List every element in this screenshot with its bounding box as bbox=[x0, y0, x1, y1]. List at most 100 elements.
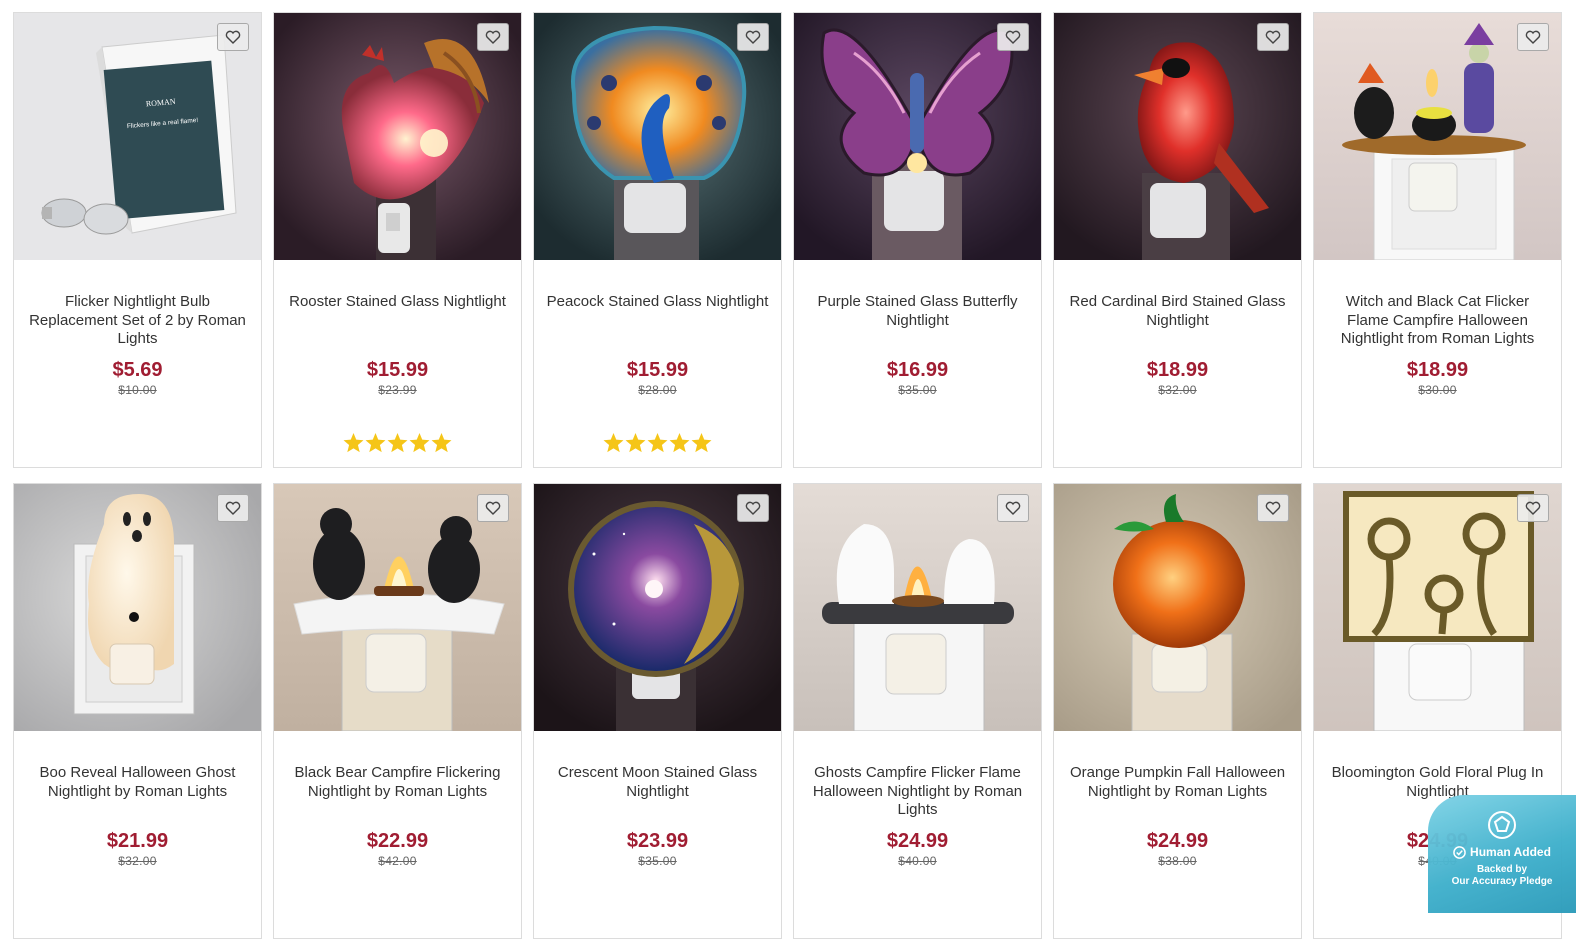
product-image[interactable] bbox=[794, 484, 1041, 731]
star-icon bbox=[343, 433, 364, 453]
favorite-button[interactable] bbox=[477, 23, 509, 51]
sale-price: $18.99 bbox=[1406, 359, 1469, 381]
sale-price: $15.99 bbox=[626, 359, 689, 381]
product-image[interactable] bbox=[534, 13, 781, 260]
product-image[interactable] bbox=[1314, 13, 1561, 260]
check-circle-icon bbox=[1453, 845, 1466, 859]
product-title[interactable]: Purple Stained Glass Butterfly Nightligh… bbox=[794, 293, 1041, 351]
heart-outline-icon bbox=[745, 501, 761, 515]
star-icon bbox=[431, 433, 452, 453]
original-price: $23.99 bbox=[378, 383, 417, 397]
product-image[interactable] bbox=[534, 484, 781, 731]
sale-price: $5.69 bbox=[112, 359, 163, 381]
original-price: $30.00 bbox=[1418, 383, 1457, 397]
favorite-button[interactable] bbox=[997, 23, 1029, 51]
product-card[interactable]: Black Bear Campfire Flickering Nightligh… bbox=[273, 483, 522, 939]
badge-line-1: Backed by bbox=[1476, 864, 1528, 875]
product-image[interactable] bbox=[794, 13, 1041, 260]
favorite-button[interactable] bbox=[997, 494, 1029, 522]
sale-price: $18.99 bbox=[1146, 359, 1209, 381]
product-image[interactable]: ROMAN Flickers like a real flame! bbox=[14, 13, 261, 260]
star-icon bbox=[669, 433, 690, 453]
product-image[interactable] bbox=[274, 484, 521, 731]
sale-price: $16.99 bbox=[886, 359, 949, 381]
sale-price: $23.99 bbox=[626, 830, 689, 852]
product-grid: ROMAN Flickers like a real flame! Flicke… bbox=[13, 12, 1562, 939]
product-title[interactable]: Ghosts Campfire Flicker Flame Halloween … bbox=[794, 764, 1041, 822]
favorite-button[interactable] bbox=[1517, 494, 1549, 522]
product-image[interactable] bbox=[274, 13, 521, 260]
favorite-button[interactable] bbox=[1257, 23, 1289, 51]
original-price: $35.00 bbox=[898, 383, 937, 397]
product-title[interactable]: Black Bear Campfire Flickering Nightligh… bbox=[274, 764, 521, 822]
heart-outline-icon bbox=[1265, 501, 1281, 515]
product-card[interactable]: Orange Pumpkin Fall Halloween Nightlight… bbox=[1053, 483, 1302, 939]
product-image[interactable] bbox=[14, 484, 261, 731]
favorite-button[interactable] bbox=[737, 23, 769, 51]
favorite-button[interactable] bbox=[1257, 494, 1289, 522]
favorite-button[interactable] bbox=[1517, 23, 1549, 51]
badge-heading-text: Human Added bbox=[1470, 845, 1551, 859]
heart-outline-icon bbox=[485, 30, 501, 44]
star-icon bbox=[365, 433, 386, 453]
heart-outline-icon bbox=[225, 30, 241, 44]
product-card[interactable]: Rooster Stained Glass Nightlight $15.99 … bbox=[273, 12, 522, 468]
favorite-button[interactable] bbox=[737, 494, 769, 522]
star-rating[interactable] bbox=[274, 433, 521, 459]
badge-heading: Human Added bbox=[1428, 845, 1576, 859]
product-card[interactable]: Purple Stained Glass Butterfly Nightligh… bbox=[793, 12, 1042, 468]
product-image[interactable] bbox=[1314, 484, 1561, 731]
original-price: $28.00 bbox=[638, 383, 677, 397]
original-price: $32.00 bbox=[1158, 383, 1197, 397]
product-card[interactable]: ROMAN Flickers like a real flame! Flicke… bbox=[13, 12, 262, 468]
original-price: $10.00 bbox=[118, 383, 157, 397]
product-title[interactable]: Witch and Black Cat Flicker Flame Campfi… bbox=[1314, 293, 1561, 351]
heart-outline-icon bbox=[1005, 30, 1021, 44]
heart-outline-icon bbox=[1005, 501, 1021, 515]
star-icon bbox=[691, 433, 712, 453]
star-icon bbox=[409, 433, 430, 453]
product-title[interactable]: Boo Reveal Halloween Ghost Nightlight by… bbox=[14, 764, 261, 822]
product-card[interactable]: Crescent Moon Stained Glass Nightlight $… bbox=[533, 483, 782, 939]
heart-outline-icon bbox=[1525, 501, 1541, 515]
product-title[interactable]: Crescent Moon Stained Glass Nightlight bbox=[534, 764, 781, 822]
sale-price: $21.99 bbox=[106, 830, 169, 852]
product-card[interactable]: Red Cardinal Bird Stained Glass Nightlig… bbox=[1053, 12, 1302, 468]
accuracy-pledge-badge[interactable]: Human Added Backed by Our Accuracy Pledg… bbox=[1428, 795, 1576, 913]
product-title[interactable]: Flicker Nightlight Bulb Replacement Set … bbox=[14, 293, 261, 351]
star-icon bbox=[647, 433, 668, 453]
product-card[interactable]: Ghosts Campfire Flicker Flame Halloween … bbox=[793, 483, 1042, 939]
favorite-button[interactable] bbox=[477, 494, 509, 522]
product-title[interactable]: Peacock Stained Glass Nightlight bbox=[534, 293, 781, 351]
favorite-button[interactable] bbox=[217, 23, 249, 51]
product-card[interactable]: Witch and Black Cat Flicker Flame Campfi… bbox=[1313, 12, 1562, 468]
original-price: $42.00 bbox=[378, 854, 417, 868]
heart-outline-icon bbox=[1525, 30, 1541, 44]
sale-price: $24.99 bbox=[1146, 830, 1209, 852]
product-title[interactable]: Rooster Stained Glass Nightlight bbox=[274, 293, 521, 351]
favorite-button[interactable] bbox=[217, 494, 249, 522]
star-icon bbox=[625, 433, 646, 453]
product-image[interactable] bbox=[1054, 13, 1301, 260]
heart-outline-icon bbox=[225, 501, 241, 515]
sale-price: $22.99 bbox=[366, 830, 429, 852]
product-image[interactable] bbox=[1054, 484, 1301, 731]
product-card[interactable]: Boo Reveal Halloween Ghost Nightlight by… bbox=[13, 483, 262, 939]
star-icon bbox=[387, 433, 408, 453]
heart-outline-icon bbox=[485, 501, 501, 515]
badge-subtext: Backed by Our Accuracy Pledge bbox=[1428, 864, 1576, 888]
original-price: $35.00 bbox=[638, 854, 677, 868]
original-price: $40.00 bbox=[898, 854, 937, 868]
product-title[interactable]: Orange Pumpkin Fall Halloween Nightlight… bbox=[1054, 764, 1301, 822]
heart-outline-icon bbox=[745, 30, 761, 44]
original-price: $32.00 bbox=[118, 854, 157, 868]
badge-line-2: Our Accuracy Pledge bbox=[1451, 876, 1553, 887]
product-card[interactable]: Peacock Stained Glass Nightlight $15.99 … bbox=[533, 12, 782, 468]
sale-price: $15.99 bbox=[366, 359, 429, 381]
sale-price: $24.99 bbox=[886, 830, 949, 852]
pledge-icon bbox=[1488, 811, 1516, 839]
original-price: $38.00 bbox=[1158, 854, 1197, 868]
product-title[interactable]: Red Cardinal Bird Stained Glass Nightlig… bbox=[1054, 293, 1301, 351]
star-icon bbox=[603, 433, 624, 453]
star-rating[interactable] bbox=[534, 433, 781, 459]
